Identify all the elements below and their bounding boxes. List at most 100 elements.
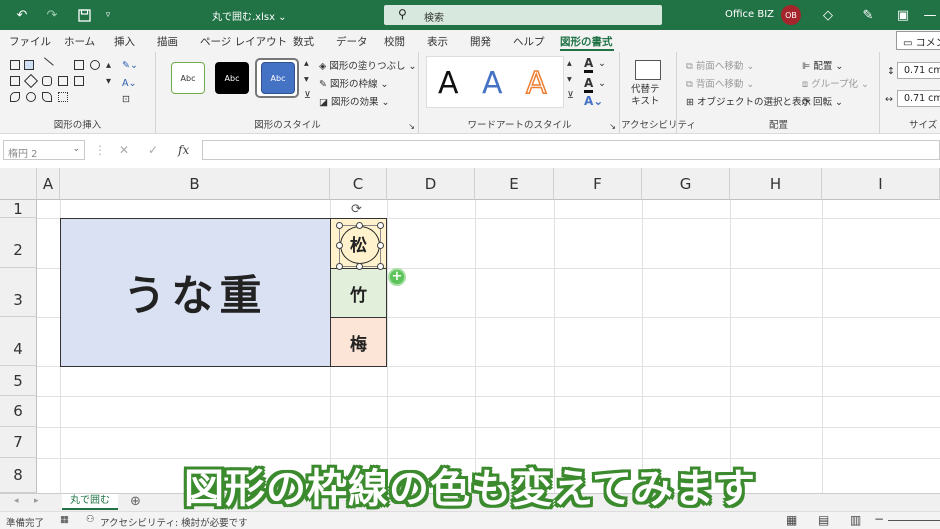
grade-ume-cell[interactable]: 梅: [330, 317, 387, 367]
textbox-shape-icon[interactable]: [10, 60, 20, 70]
freeform-shape-icon[interactable]: [10, 92, 20, 102]
comment-button[interactable]: ▭ コメント: [896, 31, 940, 50]
edit-shape-icon[interactable]: ✎⌄: [122, 60, 138, 71]
rectangle-shape-icon[interactable]: [74, 60, 84, 70]
line-shape-icon[interactable]: [38, 57, 54, 73]
name-box[interactable]: 楕円 2 ⌄: [3, 140, 85, 160]
shape-effects-button[interactable]: ◪ 図形の効果 ⌄: [319, 94, 390, 108]
wordart-blue[interactable]: A: [482, 66, 503, 101]
menu-title-cell[interactable]: うな重: [60, 218, 331, 367]
text-outline-dropdown-icon[interactable]: ⌄: [598, 78, 606, 89]
minimize-icon[interactable]: —: [920, 5, 940, 25]
styles-more-icon[interactable]: ⊻: [304, 90, 311, 101]
text-effects-button[interactable]: A⌄: [584, 94, 603, 108]
page-layout-view-icon[interactable]: ▤: [818, 513, 829, 527]
tab-file[interactable]: ファイル: [9, 34, 51, 49]
group-button[interactable]: ⧈ グループ化 ⌄: [802, 76, 869, 90]
vertical-textbox-shape-icon[interactable]: [24, 60, 34, 70]
width-input[interactable]: 0.71 cm: [897, 90, 940, 107]
alt-text-icon[interactable]: [635, 60, 661, 80]
customize-qat-icon[interactable]: ▿: [98, 5, 118, 25]
resize-handle[interactable]: [377, 242, 384, 249]
style-preset-outline[interactable]: Abc: [171, 62, 205, 94]
column-header-d[interactable]: D: [387, 168, 475, 200]
tab-insert[interactable]: 挿入: [114, 34, 135, 49]
status-accessibility[interactable]: アクセシビリティ: 検討が必要です: [100, 515, 248, 529]
brace-shape-icon[interactable]: [58, 92, 68, 102]
normal-view-icon[interactable]: ▦: [786, 513, 797, 527]
column-header-i[interactable]: I: [822, 168, 940, 200]
search-box[interactable]: ⚲ 検索: [384, 5, 662, 25]
tab-data[interactable]: データ: [336, 34, 368, 49]
resize-handle[interactable]: [336, 242, 343, 249]
row-header-6[interactable]: 6: [0, 396, 37, 427]
diamond-icon[interactable]: ◇: [818, 5, 838, 25]
rotate-handle-icon[interactable]: ⟳: [351, 202, 362, 217]
save-icon[interactable]: [74, 5, 94, 25]
style-preset-black[interactable]: Abc: [215, 62, 249, 94]
page-break-view-icon[interactable]: ▥: [850, 513, 861, 527]
row-header-3[interactable]: 3: [0, 268, 37, 317]
align-button[interactable]: ⊫ 配置 ⌄: [802, 58, 843, 72]
text-fill-button[interactable]: A: [584, 56, 594, 73]
resize-handle[interactable]: [336, 222, 343, 229]
wordart-up-icon[interactable]: ▴: [567, 58, 572, 69]
macro-record-icon[interactable]: ▦: [60, 514, 69, 525]
bracket-shape-icon[interactable]: [58, 76, 68, 86]
column-header-e[interactable]: E: [475, 168, 554, 200]
accessibility-icon[interactable]: ⚇: [86, 514, 95, 525]
wordart-more-icon[interactable]: ⊻: [567, 90, 574, 101]
height-input[interactable]: 0.71 cm: [897, 62, 940, 79]
diamond-shape-icon[interactable]: [23, 73, 39, 89]
column-header-c[interactable]: C: [330, 168, 387, 200]
column-header-f[interactable]: F: [554, 168, 642, 200]
row-header-7[interactable]: 7: [0, 427, 37, 458]
bring-forward-button[interactable]: ⧉ 前面へ移動 ⌄: [686, 58, 754, 72]
shape-outline-button[interactable]: ✎ 図形の枠線 ⌄: [319, 76, 389, 90]
column-header-b[interactable]: B: [60, 168, 330, 200]
resize-handle[interactable]: [377, 222, 384, 229]
tab-help[interactable]: ヘルプ: [513, 34, 545, 49]
oval-shape-icon[interactable]: [90, 60, 100, 70]
selection-pane-button[interactable]: ⊞ オブジェクトの選択と表示: [686, 94, 811, 108]
arrow-shape-icon[interactable]: [74, 76, 84, 86]
tab-view[interactable]: 表示: [427, 34, 448, 49]
wordart-orange-outline[interactable]: A: [525, 65, 547, 102]
avatar[interactable]: OB: [781, 5, 801, 25]
formula-input[interactable]: [202, 140, 940, 160]
tab-review[interactable]: 校閲: [384, 34, 405, 49]
function-icon[interactable]: fx: [178, 143, 189, 157]
pen-icon[interactable]: ✎: [858, 5, 878, 25]
redo-icon[interactable]: ↷: [42, 5, 62, 25]
wordart-black[interactable]: A: [438, 66, 459, 101]
zoom-out-icon[interactable]: −: [874, 512, 884, 526]
text-outline-button[interactable]: A: [584, 76, 594, 93]
ribbon-display-icon[interactable]: ▣: [893, 5, 913, 25]
style-preset-blue[interactable]: Abc: [261, 62, 295, 94]
shape-fill-button[interactable]: ◈ 図形の塗りつぶし ⌄: [319, 58, 416, 72]
drawing-canvas-icon[interactable]: ⊡: [122, 94, 130, 105]
arc-shape-icon[interactable]: [42, 92, 52, 102]
text-fill-dropdown-icon[interactable]: ⌄: [598, 58, 606, 69]
dialog-launcher-icon[interactable]: ↘: [408, 122, 415, 131]
column-header-h[interactable]: H: [730, 168, 822, 200]
column-header-g[interactable]: G: [642, 168, 730, 200]
textbox-icon[interactable]: A⌄: [122, 78, 136, 89]
triangle-shape-icon[interactable]: [10, 76, 20, 86]
resize-handle[interactable]: [356, 263, 363, 270]
rounded-rect-shape-icon[interactable]: [42, 76, 52, 86]
tab-formulas[interactable]: 数式: [293, 34, 314, 49]
select-all-corner[interactable]: [0, 168, 37, 200]
column-header-a[interactable]: A: [37, 168, 60, 200]
resize-handle[interactable]: [336, 263, 343, 270]
wordart-down-icon[interactable]: ▾: [567, 74, 572, 85]
tab-developer[interactable]: 開発: [470, 34, 491, 49]
dialog-launcher-icon[interactable]: ↘: [609, 122, 616, 131]
send-backward-button[interactable]: ⧉ 背面へ移動 ⌄: [686, 76, 754, 90]
styles-down-icon[interactable]: ▾: [304, 74, 309, 85]
more-shapes-down-icon[interactable]: ▾: [106, 76, 111, 87]
grade-take-cell[interactable]: 竹: [330, 268, 387, 318]
tab-draw[interactable]: 描画: [157, 34, 178, 49]
row-header-5[interactable]: 5: [0, 366, 37, 396]
enter-icon[interactable]: ✓: [148, 143, 158, 157]
